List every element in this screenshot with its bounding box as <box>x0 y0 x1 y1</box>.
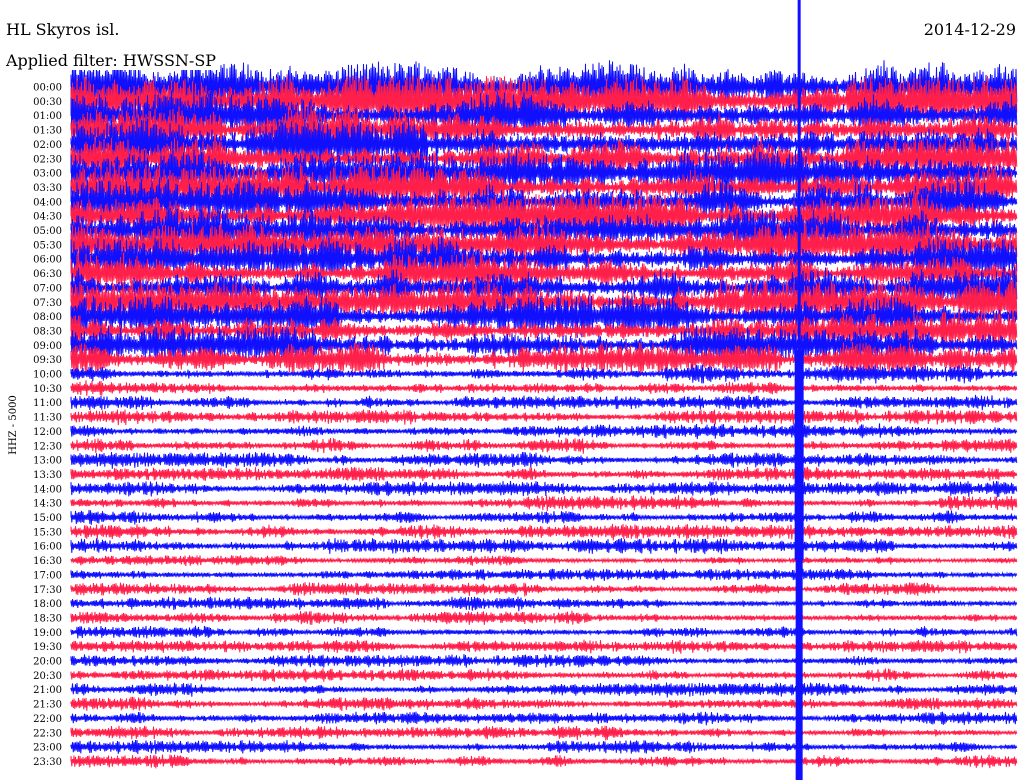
row-label: 16:00 <box>33 542 62 553</box>
row-label: 10:00 <box>33 370 62 381</box>
row-label: 06:00 <box>33 255 62 266</box>
row-label: 02:00 <box>33 140 62 151</box>
row-label: 18:00 <box>33 599 62 610</box>
row-label: 05:00 <box>33 226 62 237</box>
row-label: 14:00 <box>33 484 62 495</box>
row-label: 22:30 <box>33 728 62 739</box>
row-label: 02:30 <box>33 154 62 165</box>
row-label: 00:00 <box>33 83 62 94</box>
row-label: 10:30 <box>33 384 62 395</box>
row-label: 04:30 <box>33 212 62 223</box>
row-label: 05:30 <box>33 240 62 251</box>
row-label: 08:00 <box>33 312 62 323</box>
row-label: 21:30 <box>33 700 62 711</box>
row-label: 13:30 <box>33 470 62 481</box>
row-label: 08:30 <box>33 326 62 337</box>
row-label: 16:30 <box>33 556 62 567</box>
row-label: 18:30 <box>33 613 62 624</box>
row-label: 19:30 <box>33 642 62 653</box>
row-label: 12:30 <box>33 441 62 452</box>
row-label: 15:00 <box>33 513 62 524</box>
row-label: 07:00 <box>33 283 62 294</box>
row-label: 03:00 <box>33 169 62 180</box>
row-label: 21:00 <box>33 685 62 696</box>
row-label: 06:30 <box>33 269 62 280</box>
row-label: 17:00 <box>33 570 62 581</box>
row-label: 11:00 <box>33 398 62 409</box>
row-label: 15:30 <box>33 527 62 538</box>
row-label: 23:30 <box>33 757 62 768</box>
row-label: 12:00 <box>33 427 62 438</box>
row-label: 14:30 <box>33 499 62 510</box>
event-band-lower <box>795 560 803 780</box>
row-label: 00:30 <box>33 97 62 108</box>
row-label: 04:00 <box>33 197 62 208</box>
helicorder-chart: 00:00 00:30 01:00 01:30 02:00 02:30 03:00 03:30… <box>0 0 1024 780</box>
row-label: 13:00 <box>33 456 62 467</box>
station-title: HL Skyros isl. <box>6 20 119 39</box>
row-label: 03:30 <box>33 183 62 194</box>
row-label: 23:00 <box>33 743 62 754</box>
date-label: 2014-12-29 <box>924 20 1016 39</box>
filter-label: Applied filter: HWSSN-SP <box>5 51 216 70</box>
row-label: 01:30 <box>33 126 62 137</box>
row-label: 01:00 <box>33 111 62 122</box>
row-label: 09:30 <box>33 355 62 366</box>
row-label: 22:00 <box>33 714 62 725</box>
row-label: 17:30 <box>33 585 62 596</box>
row-label: 19:00 <box>33 628 62 639</box>
y-axis-label: HHZ - 5000 <box>8 395 19 455</box>
row-label: 20:30 <box>33 671 62 682</box>
event-band <box>794 350 804 560</box>
row-label: 11:30 <box>33 413 62 424</box>
row-label: 20:00 <box>33 657 62 668</box>
row-label: 07:30 <box>33 298 62 309</box>
row-label: 09:00 <box>33 341 62 352</box>
